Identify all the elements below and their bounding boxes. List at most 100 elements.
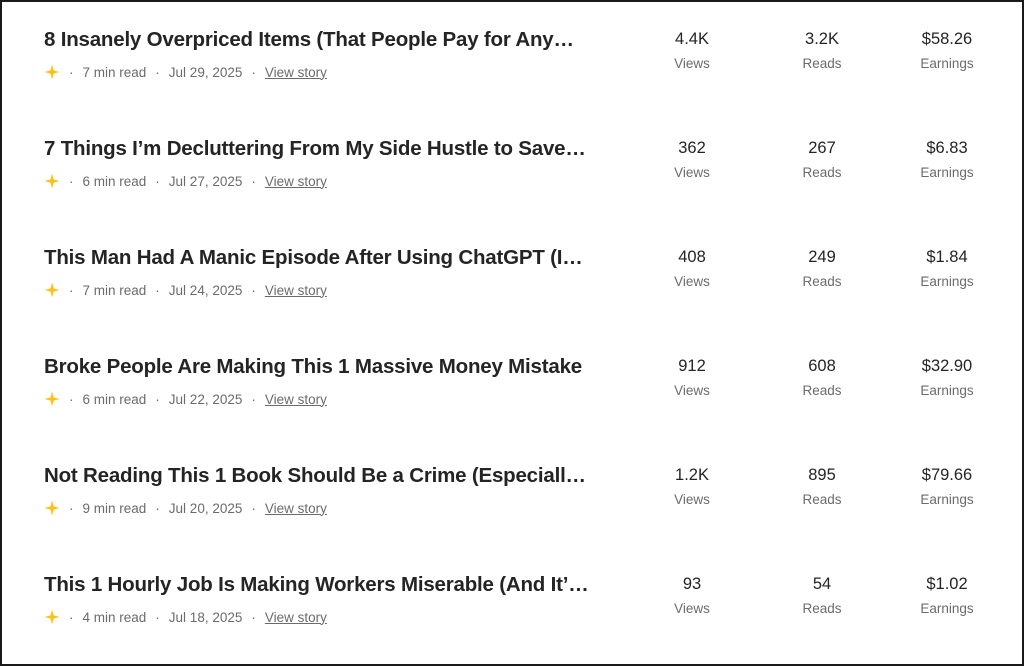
reads-value: 267	[808, 139, 836, 157]
read-time: 4 min read	[82, 609, 147, 625]
separator-dot: ·	[251, 391, 256, 407]
separator-dot: ·	[155, 500, 160, 516]
story-meta: · 7 min read · Jul 29, 2025 · View story	[44, 64, 327, 80]
earnings-value: $79.66	[921, 466, 973, 484]
views-value: 362	[678, 139, 706, 157]
views-label: Views	[674, 492, 710, 507]
publish-date: Jul 27, 2025	[168, 173, 243, 189]
views-value: 912	[678, 357, 706, 375]
member-only-star-icon	[44, 609, 60, 625]
reads-stat: 54 Reads	[767, 573, 877, 618]
view-story-link[interactable]: View story	[265, 501, 327, 516]
view-story-link[interactable]: View story	[265, 392, 327, 407]
story-title[interactable]: This Man Had A Manic Episode After Using…	[44, 246, 589, 270]
story-title[interactable]: Not Reading This 1 Book Should Be a Crim…	[44, 464, 589, 488]
story-row: This 1 Hourly Job Is Making Workers Mise…	[2, 547, 1022, 656]
read-time: 7 min read	[82, 282, 147, 298]
view-story-link[interactable]: View story	[265, 65, 327, 80]
earnings-label: Earnings	[920, 274, 974, 289]
read-time: 7 min read	[82, 64, 147, 80]
stories-stats-panel: 8 Insanely Overpriced Items (That People…	[0, 0, 1024, 666]
reads-value: 54	[812, 575, 832, 593]
separator-dot: ·	[251, 282, 256, 298]
story-title[interactable]: 7 Things I’m Decluttering From My Side H…	[44, 137, 589, 161]
earnings-stat: $1.84 Earnings	[892, 246, 1002, 291]
earnings-value: $1.84	[926, 248, 968, 266]
reads-value: 3.2K	[805, 30, 839, 48]
separator-dot: ·	[251, 500, 256, 516]
separator-dot: ·	[155, 173, 160, 189]
views-label: Views	[674, 383, 710, 398]
views-value: 4.4K	[675, 30, 709, 48]
view-story-link[interactable]: View story	[265, 174, 327, 189]
separator-dot: ·	[155, 609, 160, 625]
reads-value: 608	[808, 357, 836, 375]
earnings-value: $1.02	[926, 575, 968, 593]
earnings-value: $32.90	[921, 357, 973, 375]
views-label: Views	[674, 274, 710, 289]
views-stat: 1.2K Views	[637, 464, 747, 509]
story-row: 7 Things I’m Decluttering From My Side H…	[2, 111, 1022, 220]
reads-label: Reads	[802, 56, 842, 71]
views-value: 408	[678, 248, 706, 266]
earnings-value: $58.26	[921, 30, 973, 48]
publish-date: Jul 20, 2025	[168, 500, 243, 516]
story-row: This Man Had A Manic Episode After Using…	[2, 220, 1022, 329]
reads-value: 249	[808, 248, 836, 266]
publish-date: Jul 24, 2025	[168, 282, 243, 298]
earnings-stat: $32.90 Earnings	[892, 355, 1002, 400]
view-story-link[interactable]: View story	[265, 610, 327, 625]
views-stat: 362 Views	[637, 137, 747, 182]
reads-stat: 249 Reads	[767, 246, 877, 291]
separator-dot: ·	[251, 173, 256, 189]
reads-value: 895	[808, 466, 836, 484]
views-label: Views	[674, 601, 710, 616]
earnings-label: Earnings	[920, 601, 974, 616]
publish-date: Jul 18, 2025	[168, 609, 243, 625]
view-story-link[interactable]: View story	[265, 283, 327, 298]
separator-dot: ·	[251, 64, 256, 80]
earnings-label: Earnings	[920, 56, 974, 71]
story-meta: · 6 min read · Jul 27, 2025 · View story	[44, 173, 327, 189]
earnings-label: Earnings	[920, 492, 974, 507]
separator-dot: ·	[69, 64, 74, 80]
views-value: 1.2K	[675, 466, 709, 484]
views-label: Views	[674, 165, 710, 180]
reads-label: Reads	[802, 601, 842, 616]
separator-dot: ·	[69, 500, 74, 516]
separator-dot: ·	[155, 391, 160, 407]
reads-label: Reads	[802, 492, 842, 507]
earnings-label: Earnings	[920, 165, 974, 180]
reads-stat: 3.2K Reads	[767, 28, 877, 73]
views-label: Views	[674, 56, 710, 71]
story-meta: · 9 min read · Jul 20, 2025 · View story	[44, 500, 327, 516]
story-title[interactable]: 8 Insanely Overpriced Items (That People…	[44, 28, 589, 52]
views-stat: 4.4K Views	[637, 28, 747, 73]
member-only-star-icon	[44, 173, 60, 189]
views-value: 93	[682, 575, 702, 593]
story-title[interactable]: Broke People Are Making This 1 Massive M…	[44, 355, 589, 379]
story-meta: · 4 min read · Jul 18, 2025 · View story	[44, 609, 327, 625]
earnings-value: $6.83	[926, 139, 968, 157]
reads-stat: 267 Reads	[767, 137, 877, 182]
member-only-star-icon	[44, 500, 60, 516]
reads-label: Reads	[802, 165, 842, 180]
story-title[interactable]: This 1 Hourly Job Is Making Workers Mise…	[44, 573, 589, 597]
reads-stat: 608 Reads	[767, 355, 877, 400]
reads-stat: 895 Reads	[767, 464, 877, 509]
separator-dot: ·	[69, 173, 74, 189]
publish-date: Jul 22, 2025	[168, 391, 243, 407]
separator-dot: ·	[69, 609, 74, 625]
publish-date: Jul 29, 2025	[168, 64, 243, 80]
reads-label: Reads	[802, 383, 842, 398]
separator-dot: ·	[69, 391, 74, 407]
story-row: Broke People Are Making This 1 Massive M…	[2, 329, 1022, 438]
story-row: Not Reading This 1 Book Should Be a Crim…	[2, 438, 1022, 547]
earnings-stat: $6.83 Earnings	[892, 137, 1002, 182]
reads-label: Reads	[802, 274, 842, 289]
member-only-star-icon	[44, 391, 60, 407]
separator-dot: ·	[155, 64, 160, 80]
story-meta: · 6 min read · Jul 22, 2025 · View story	[44, 391, 327, 407]
earnings-stat: $1.02 Earnings	[892, 573, 1002, 618]
story-meta: · 7 min read · Jul 24, 2025 · View story	[44, 282, 327, 298]
